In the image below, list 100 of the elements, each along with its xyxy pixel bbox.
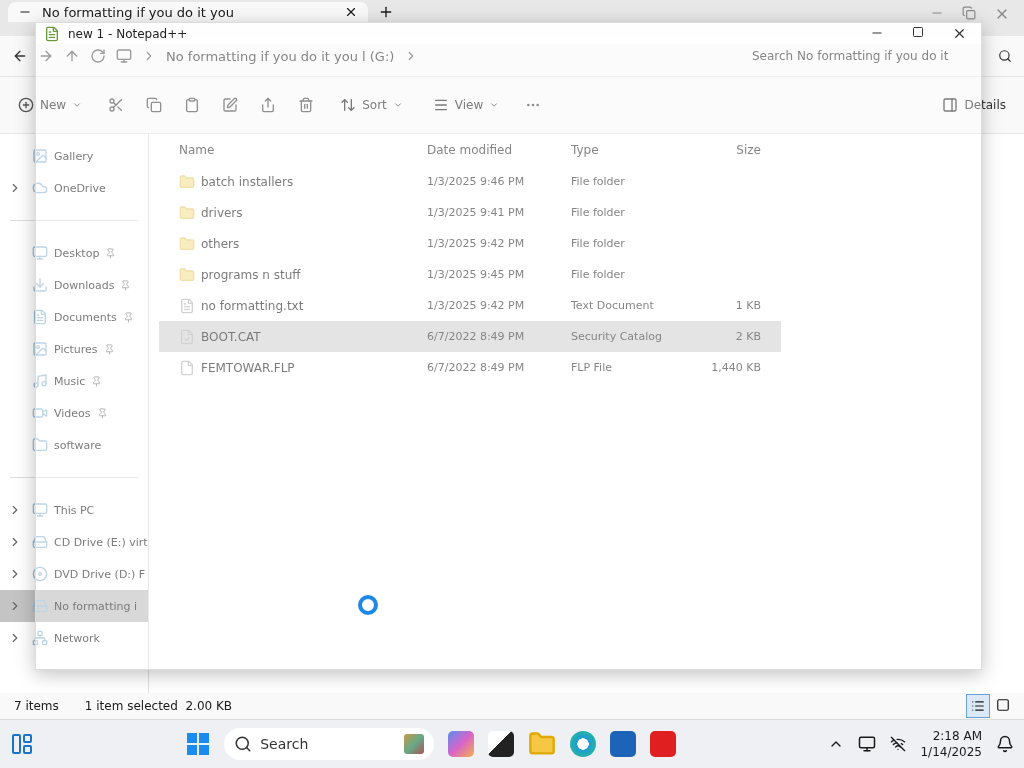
nav-item[interactable]: No formatting i (0, 590, 148, 622)
search-field[interactable]: Search No formatting if you do it (752, 49, 1012, 63)
cut-icon[interactable] (108, 97, 125, 113)
file-row[interactable]: drivers 1/3/2025 9:41 PM File folder (159, 197, 781, 228)
nav-item[interactable]: Gallery (0, 140, 148, 172)
monitor-icon[interactable] (858, 735, 877, 753)
details-view-button[interactable] (966, 694, 990, 718)
up-icon[interactable] (64, 48, 80, 64)
file-name: batch installers (201, 174, 294, 189)
nav-item[interactable]: Documents (0, 301, 148, 333)
list-icon (971, 699, 985, 713)
new-button[interactable]: New (14, 93, 87, 117)
cloud-icon (32, 180, 48, 196)
file-name: others (201, 236, 240, 251)
file-name: BOOT.CAT (201, 329, 261, 344)
disc-icon (32, 566, 48, 582)
column-header[interactable]: Type (571, 143, 691, 157)
file-type: File folder (571, 268, 626, 281)
start-icon[interactable] (186, 732, 211, 756)
nav-item[interactable]: Downloads (0, 269, 148, 301)
nav-item[interactable]: Music (0, 365, 148, 397)
close-icon[interactable] (344, 5, 358, 19)
sort-button[interactable]: Sort (336, 93, 407, 117)
file-name: FEMTOWAR.FLP (201, 360, 295, 375)
column-header[interactable]: Name (179, 143, 427, 157)
date-modified: 1/3/2025 9:42 PM (427, 237, 526, 250)
panel-icon (942, 97, 959, 113)
folder-icon (179, 235, 195, 252)
close-icon[interactable] (952, 26, 967, 41)
tiles-view-icon[interactable] (996, 698, 1010, 712)
nav-item[interactable]: Network (0, 622, 148, 654)
nav-item[interactable]: Pictures (0, 333, 148, 365)
file-size: 2 KB (734, 330, 761, 343)
restore-icon[interactable] (962, 6, 976, 20)
folder-icon (32, 437, 48, 453)
monitor-icon (32, 245, 48, 261)
column-header[interactable]: Date modified (427, 143, 571, 157)
date-modified: 1/3/2025 9:45 PM (427, 268, 526, 281)
file-type: Text Document (571, 299, 655, 312)
file-type: Security Catalog (571, 330, 663, 343)
window-title: new 1 - Notepad++ (68, 26, 188, 41)
share-icon[interactable] (260, 97, 277, 113)
file-row[interactable]: others 1/3/2025 9:42 PM File folder (159, 228, 781, 259)
file-row[interactable]: programs n stuff 1/3/2025 9:45 PM File folder (159, 259, 781, 290)
monitor-icon (116, 48, 132, 64)
details-button[interactable]: Details (938, 93, 1010, 117)
document-icon (32, 309, 48, 325)
download-icon (32, 277, 48, 293)
nav-item[interactable]: This PC (0, 494, 148, 526)
nav-item[interactable]: Videos (0, 397, 148, 429)
lines-icon (432, 97, 449, 113)
network-icon (32, 630, 48, 646)
nav-item[interactable]: software (0, 429, 148, 461)
date-modified: 1/3/2025 9:41 PM (427, 206, 526, 219)
file-size: 1 KB (734, 299, 761, 312)
search-icon (998, 49, 1012, 63)
view-button[interactable]: View (428, 93, 504, 117)
monitor-icon (32, 502, 48, 518)
network-off-icon[interactable] (890, 736, 907, 752)
clock[interactable]: 2:18 AM 1/14/2025 (920, 728, 982, 760)
file-name: drivers (201, 205, 243, 220)
search-icon (234, 735, 253, 753)
date-modified: 6/7/2022 8:49 PM (427, 330, 526, 343)
file-row[interactable]: BOOT.CAT 6/7/2022 8:49 PM Security Catalog 2 KB (159, 321, 781, 352)
caret-icon (392, 100, 403, 110)
file-size: 1,440 KB (710, 361, 761, 374)
nav-item[interactable]: CD Drive (E:) virt (0, 526, 148, 558)
paste-icon[interactable] (184, 97, 201, 113)
nav-item[interactable]: OneDrive (0, 172, 148, 204)
video-icon (32, 405, 48, 421)
rename-icon[interactable] (222, 97, 239, 113)
sort-icon (340, 97, 357, 113)
caret-icon (489, 100, 500, 110)
breadcrumb[interactable]: No formatting if you do it you l (G:) (166, 48, 395, 64)
image-icon (32, 148, 48, 164)
file-row[interactable]: no formatting.txt 1/3/2025 9:42 PM Text Document 1 KB (159, 290, 781, 321)
nav-item[interactable]: Desktop (0, 237, 148, 269)
refresh-icon[interactable] (90, 48, 106, 64)
file-row[interactable]: batch installers 1/3/2025 9:46 PM File folder (159, 166, 781, 197)
file-type: File folder (571, 175, 626, 188)
folder-icon (179, 204, 195, 221)
copy-icon[interactable] (146, 97, 163, 113)
folder-icon (179, 266, 195, 283)
file-row[interactable]: FEMTOWAR.FLP 6/7/2022 8:49 PM FLP File 1,440 KB (159, 352, 781, 383)
forward-icon[interactable] (38, 48, 54, 64)
date-modified: 1/3/2025 9:42 PM (427, 299, 526, 312)
nav-item[interactable]: DVD Drive (D:) F (0, 558, 148, 590)
file-name: no formatting.txt (201, 298, 304, 313)
back-icon[interactable] (12, 48, 28, 64)
image-icon (32, 341, 48, 357)
column-header[interactable]: Size (691, 143, 761, 157)
maximize-icon[interactable] (912, 26, 924, 38)
explorer-tab[interactable]: No formatting if you do it you (8, 2, 368, 22)
taskbar-search-field[interactable]: Search (224, 728, 435, 760)
plus-icon[interactable] (378, 4, 394, 20)
delete-icon[interactable] (298, 97, 315, 113)
widgets-icon[interactable] (10, 732, 34, 756)
notepad-icon (44, 25, 60, 42)
notification-icon[interactable] (996, 735, 1014, 753)
selection-info: 1 item selected 2.00 KB (84, 699, 233, 713)
